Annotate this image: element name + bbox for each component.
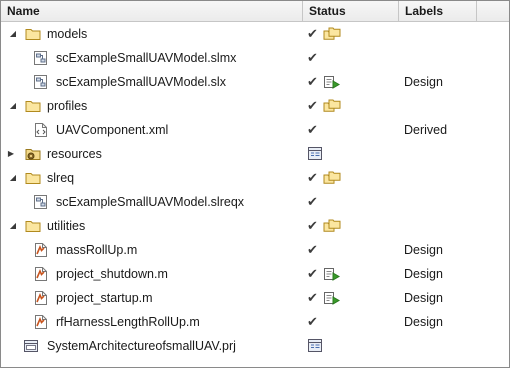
resources-folder-icon: [25, 146, 41, 162]
status-column-header[interactable]: Status: [303, 1, 399, 21]
project-status-icon: [307, 146, 325, 162]
tree-row-slreqx[interactable]: scExampleSmallUAVModel.slreqx ✔: [1, 190, 509, 214]
file-name: UAVComponent.xml: [56, 123, 169, 137]
matlab-script-icon: [33, 314, 49, 330]
file-label: [404, 46, 484, 70]
matlab-script-icon: [33, 266, 49, 282]
empty-column-header: [477, 1, 509, 21]
file-name: massRollUp.m: [56, 243, 138, 257]
folder-icon: [25, 98, 41, 114]
file-label: Design: [404, 75, 443, 89]
folder-icon: [25, 26, 41, 42]
file-label: [404, 94, 484, 118]
checkmark-icon: ✔: [307, 290, 318, 305]
run-file-status-icon: [323, 290, 341, 306]
xml-file-icon: [33, 122, 49, 138]
tree-row-slmx[interactable]: scExampleSmallUAVModel.slmx ✔: [1, 46, 509, 70]
folder-status-icon: [323, 170, 341, 186]
file-name: scExampleSmallUAVModel.slreqx: [56, 195, 245, 209]
project-file-icon: [23, 338, 39, 354]
checkmark-icon: ✔: [307, 74, 318, 89]
file-label: Design: [404, 291, 443, 305]
tree-row-project-startup[interactable]: project_startup.m ✔ Design: [1, 286, 509, 310]
tree-row-prj[interactable]: SystemArchitectureofsmallUAV.prj: [1, 334, 509, 358]
file-label: Design: [404, 315, 443, 329]
checkmark-icon: ✔: [307, 122, 318, 137]
folder-icon: [25, 218, 41, 234]
tree-row-rfharness[interactable]: rfHarnessLengthRollUp.m ✔ Design: [1, 310, 509, 334]
file-label: [404, 22, 484, 46]
checkmark-icon: ✔: [307, 170, 318, 185]
file-name: rfHarnessLengthRollUp.m: [56, 315, 200, 329]
file-label: Design: [404, 243, 443, 257]
file-label: [404, 190, 484, 214]
tree-row-resources[interactable]: ▶ resources: [1, 142, 509, 166]
folder-status-icon: [323, 218, 341, 234]
matlab-script-icon: [33, 242, 49, 258]
file-name: scExampleSmallUAVModel.slx: [56, 75, 226, 89]
file-label: Derived: [404, 123, 448, 137]
checkmark-icon: ✔: [307, 98, 318, 113]
expand-arrow[interactable]: ◢: [7, 214, 19, 238]
checkmark-icon: ✔: [307, 218, 318, 233]
expand-arrow[interactable]: ◢: [7, 166, 19, 190]
requirements-file-icon: [33, 194, 49, 210]
tree-row-project-shutdown[interactable]: project_shutdown.m ✔ Design: [1, 262, 509, 286]
file-label: [404, 334, 484, 358]
file-tree: ◢ models ✔ scExampleSmallUAVModel.slmx ✔…: [1, 22, 509, 358]
file-name: project_shutdown.m: [56, 267, 168, 281]
file-name: profiles: [47, 99, 88, 113]
expand-arrow[interactable]: ◢: [7, 22, 19, 46]
checkmark-icon: ✔: [307, 314, 318, 329]
tree-row-massrollup[interactable]: massRollUp.m ✔ Design: [1, 238, 509, 262]
tree-row-xml[interactable]: UAVComponent.xml ✔ Derived: [1, 118, 509, 142]
run-file-status-icon: [323, 266, 341, 282]
file-name: utilities: [47, 219, 86, 233]
file-name: project_startup.m: [56, 291, 153, 305]
checkmark-icon: ✔: [307, 194, 318, 209]
file-name: scExampleSmallUAVModel.slmx: [56, 51, 237, 65]
matlab-script-icon: [33, 290, 49, 306]
simulink-model-file-icon: [33, 74, 49, 90]
checkmark-icon: ✔: [307, 266, 318, 281]
labels-column-header[interactable]: Labels: [399, 1, 477, 21]
file-name: slreq: [47, 171, 75, 185]
file-label: [404, 214, 484, 238]
expand-arrow[interactable]: ◢: [7, 94, 19, 118]
folder-status-icon: [323, 98, 341, 114]
tree-row-slx[interactable]: scExampleSmallUAVModel.slx ✔ Design: [1, 70, 509, 94]
tree-row-utilities[interactable]: ◢ utilities ✔: [1, 214, 509, 238]
file-name: models: [47, 27, 88, 41]
file-name: SystemArchitectureofsmallUAV.prj: [47, 339, 236, 353]
tree-row-slreq[interactable]: ◢ slreq ✔: [1, 166, 509, 190]
checkmark-icon: ✔: [307, 26, 318, 41]
project-files-panel: Name Status Labels ◢ models ✔ scExampleS…: [0, 0, 510, 368]
checkmark-icon: ✔: [307, 242, 318, 257]
tree-row-profiles[interactable]: ◢ profiles ✔: [1, 94, 509, 118]
checkmark-icon: ✔: [307, 50, 318, 65]
folder-icon: [25, 170, 41, 186]
folder-status-icon: [323, 26, 341, 42]
file-label: [404, 166, 484, 190]
tree-row-models[interactable]: ◢ models ✔: [1, 22, 509, 46]
simulink-model-file-icon: [33, 50, 49, 66]
run-file-status-icon: [323, 74, 341, 90]
collapse-arrow[interactable]: ▶: [5, 142, 17, 166]
column-header: Name Status Labels: [1, 1, 509, 22]
file-name: resources: [47, 147, 102, 161]
file-label: [404, 142, 484, 166]
name-column-header[interactable]: Name: [1, 1, 303, 21]
file-label: Design: [404, 267, 443, 281]
project-status-icon: [307, 338, 325, 354]
